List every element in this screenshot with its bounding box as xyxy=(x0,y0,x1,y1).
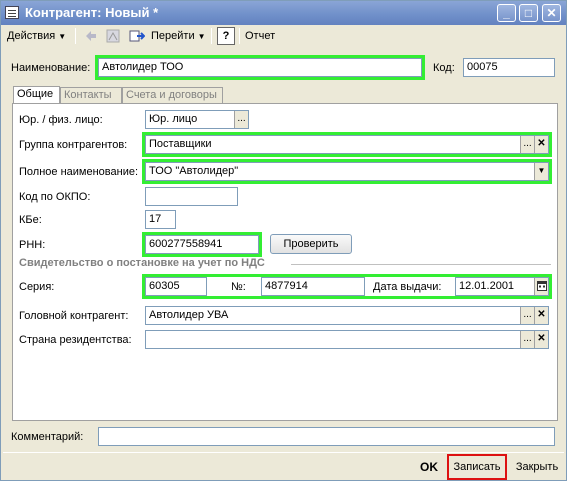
ok-button[interactable]: OK xyxy=(415,456,443,478)
country-input[interactable]: ... ✕ xyxy=(145,330,549,349)
group-label: Группа контрагентов: xyxy=(19,139,128,151)
kbe-input[interactable]: 17 xyxy=(145,210,176,229)
help-button[interactable]: ? xyxy=(217,27,235,45)
goto-menu[interactable]: Перейти ▼ xyxy=(151,27,206,45)
okpo-label: Код по ОКПО: xyxy=(19,191,91,203)
highlight-frame xyxy=(447,454,507,480)
section-divider xyxy=(291,264,551,265)
code-input[interactable]: 00075 xyxy=(463,58,555,77)
window: Контрагент: Новый * _ □ ✕ Действия ▼ Пер… xyxy=(0,0,567,481)
okpo-input[interactable] xyxy=(145,187,238,206)
toolbar: Действия ▼ Перейти ▼ ? Отчет xyxy=(3,26,564,46)
close-button[interactable]: ✕ xyxy=(542,4,561,22)
parent-value: Автолидер УВА xyxy=(149,309,229,321)
legal-entity-select[interactable]: Юр. лицо ... xyxy=(145,110,249,129)
toolbar-separator xyxy=(75,28,76,44)
highlight-frame xyxy=(142,232,262,257)
footer-bar: OK Записать Закрыть xyxy=(1,454,566,480)
footer-divider xyxy=(3,452,564,453)
window-title: Контрагент: Новый * xyxy=(25,5,159,20)
comment-input[interactable] xyxy=(98,427,555,446)
close-form-button[interactable]: Закрыть xyxy=(511,456,563,478)
toolbar-separator xyxy=(211,28,212,44)
vat-section-title: Свидетельство о постановке на учет по НД… xyxy=(19,257,265,269)
series-label: Серия: xyxy=(19,281,55,293)
ellipsis-icon[interactable]: ... xyxy=(520,331,534,348)
actions-menu-label: Действия xyxy=(7,30,56,42)
goto-icon[interactable] xyxy=(129,28,146,44)
tab-general[interactable]: Общие xyxy=(13,86,60,103)
parent-label: Головной контрагент: xyxy=(19,310,129,322)
kbe-label: КБе: xyxy=(19,214,42,226)
ellipsis-icon[interactable]: ... xyxy=(520,307,534,324)
comment-label: Комментарий: xyxy=(11,431,84,443)
actions-menu[interactable]: Действия ▼ xyxy=(7,27,66,45)
clear-icon[interactable]: ✕ xyxy=(534,331,548,348)
goto-menu-label: Перейти xyxy=(151,30,195,42)
highlight-frame xyxy=(142,159,552,184)
parent-input[interactable]: Автолидер УВА ... ✕ xyxy=(145,306,549,325)
back-arrow-icon[interactable] xyxy=(83,28,99,44)
fullname-label: Полное наименование: xyxy=(19,166,139,178)
legal-entity-label: Юр. / физ. лицо: xyxy=(19,114,103,126)
dropdown-arrow-icon: ▼ xyxy=(58,32,67,41)
country-label: Страна резидентства: xyxy=(19,334,132,346)
highlight-frame xyxy=(142,132,552,157)
document-icon xyxy=(5,6,19,19)
highlight-frame xyxy=(142,274,552,299)
title-bar[interactable]: Контрагент: Новый * _ □ ✕ xyxy=(1,1,566,25)
report-button[interactable]: Отчет xyxy=(245,27,275,45)
tab-accounts-contracts[interactable]: Счета и договоры xyxy=(122,87,223,103)
clear-icon[interactable]: ✕ xyxy=(534,307,548,324)
check-button[interactable]: Проверить xyxy=(270,234,352,254)
toolbar-separator xyxy=(239,28,240,44)
code-label: Код: xyxy=(433,62,455,74)
structure-icon[interactable] xyxy=(105,28,121,44)
name-label: Наименование: xyxy=(11,62,91,74)
highlight-frame xyxy=(95,55,425,80)
tab-contacts[interactable]: Контакты xyxy=(60,87,122,103)
ellipsis-icon[interactable]: ... xyxy=(234,111,248,128)
legal-entity-value: Юр. лицо xyxy=(149,113,198,125)
minimize-button[interactable]: _ xyxy=(497,4,516,22)
dropdown-arrow-icon: ▼ xyxy=(197,32,206,41)
maximize-button[interactable]: □ xyxy=(519,4,538,22)
rnn-label: РНН: xyxy=(19,239,46,251)
